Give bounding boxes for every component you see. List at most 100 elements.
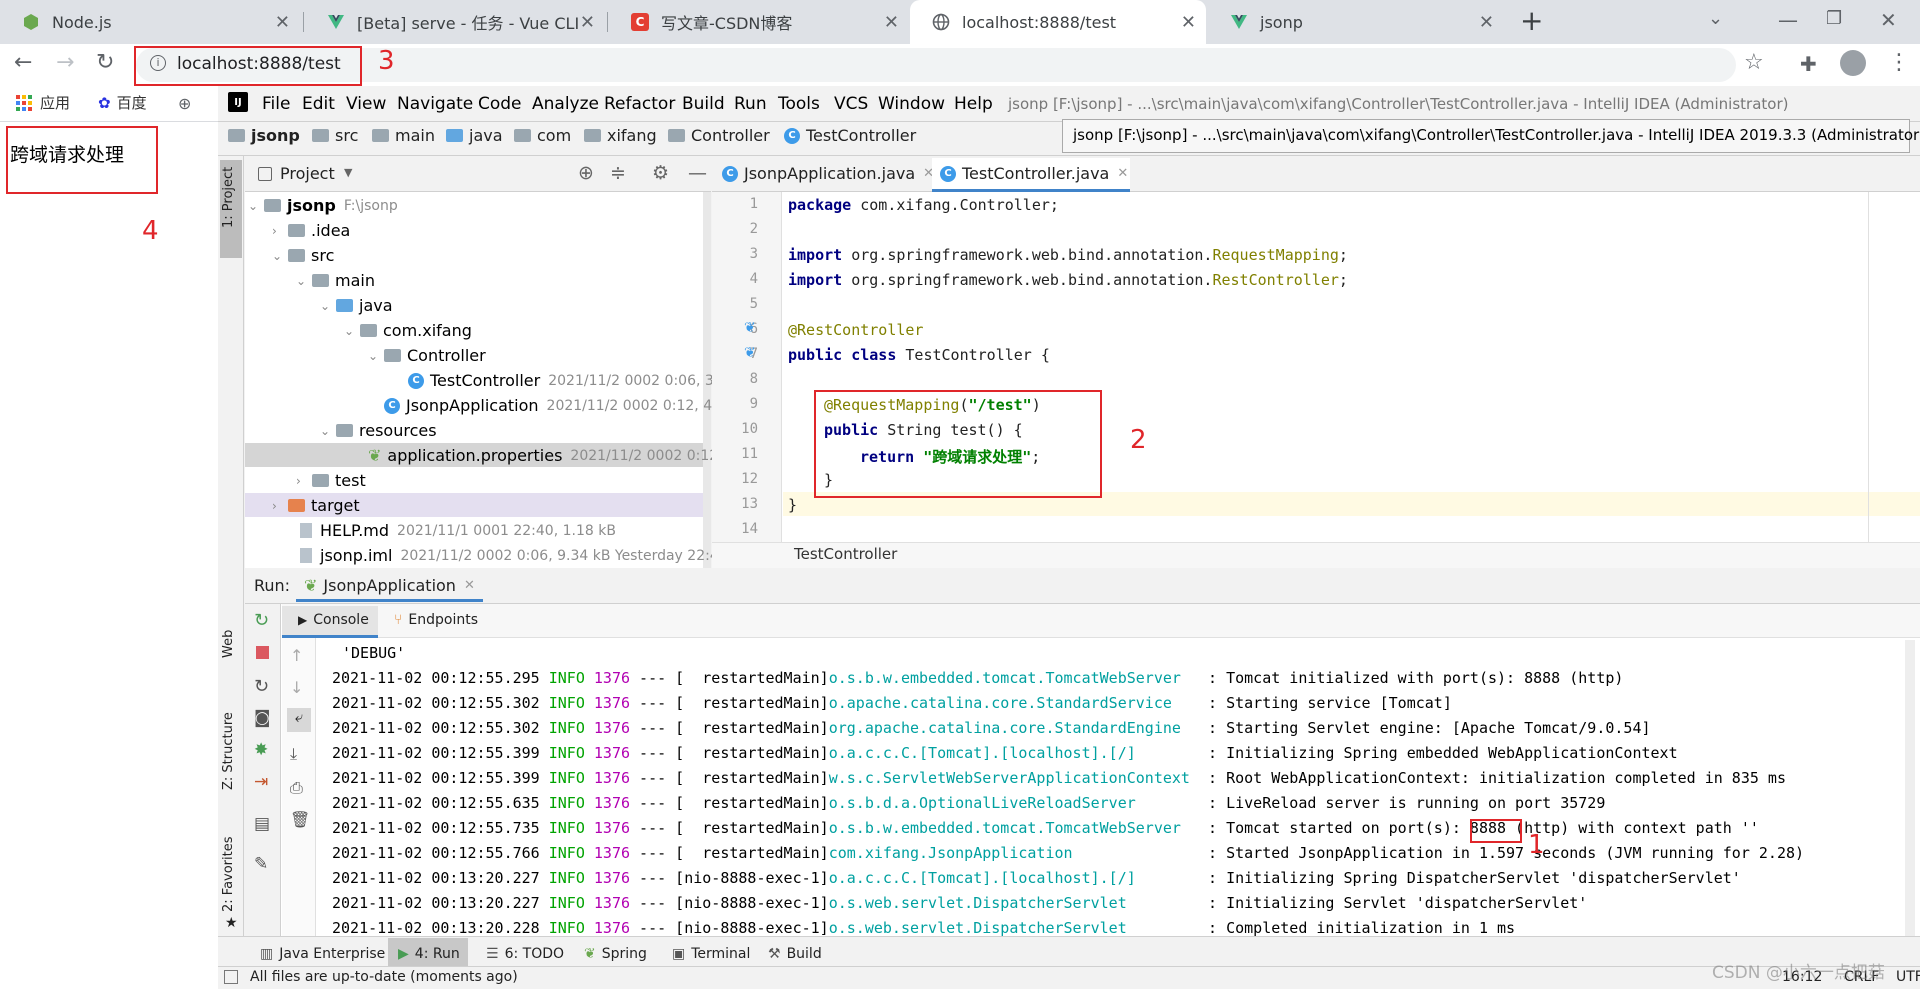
status-toggle-icon[interactable] — [224, 970, 238, 984]
new-tab-button[interactable]: + — [1520, 4, 1543, 37]
tool-spring[interactable]: ❦ Spring — [584, 946, 647, 962]
close-icon[interactable]: ✕ — [464, 578, 475, 593]
scroll-down-icon[interactable]: ↓ — [290, 678, 303, 697]
collapse-all-icon[interactable]: ≑ — [610, 162, 626, 184]
menu-view[interactable]: View — [346, 94, 386, 114]
run-config-tab[interactable]: ❦ JsonpApplication ✕ — [296, 572, 483, 602]
tree-item-testcontroller[interactable]: C TestController 2021/11/2 0002 0:06, 3: — [408, 371, 719, 390]
breadcrumb-main[interactable]: main — [372, 126, 435, 145]
camera-icon[interactable]: ◙ — [254, 708, 271, 728]
minimize-icon[interactable]: — — [1778, 8, 1798, 32]
menu-build[interactable]: Build — [682, 94, 725, 114]
editor-footer-class[interactable]: TestController — [794, 545, 897, 563]
editor-tab-jsonpapplication[interactable]: C JsonpApplication.java ✕ — [722, 164, 934, 183]
hide-panel-icon[interactable]: — — [688, 162, 707, 184]
globe-icon[interactable]: ⊕ — [178, 94, 191, 113]
back-icon[interactable]: ← — [14, 50, 32, 75]
bookmark-baidu[interactable]: ✿ 百度 — [98, 92, 147, 113]
tool-java-enterprise[interactable]: ▥ Java Enterprise — [260, 946, 385, 962]
favorites-tool-label[interactable]: 2: Favorites — [221, 836, 236, 912]
gear-icon[interactable]: ⚙ — [652, 162, 669, 184]
spring-bean-gutter-icon[interactable]: ❦ — [744, 345, 756, 361]
scroll-up-icon[interactable]: ↑ — [290, 646, 303, 665]
debug-icon[interactable]: ✸ — [254, 740, 268, 760]
tree-item-jsonpapplication[interactable]: C JsonpApplication 2021/11/2 0002 0:12, 43 — [384, 396, 721, 415]
project-tool-label[interactable]: 1: Project — [221, 167, 236, 228]
close-tab-icon[interactable]: ✕ — [275, 12, 290, 33]
forward-icon[interactable]: → — [56, 50, 74, 75]
exit-icon[interactable]: ⇥ — [254, 772, 268, 792]
close-window-icon[interactable]: ✕ — [1880, 8, 1897, 32]
menu-file[interactable]: File — [262, 94, 290, 114]
reload-icon[interactable]: ↻ — [96, 50, 114, 75]
tree-item-controller[interactable]: ⌄ Controller — [368, 346, 486, 365]
tree-item-resources[interactable]: ⌄ resources — [320, 421, 437, 440]
tree-item-jsonp-iml[interactable]: jsonp.iml 2021/11/2 0002 0:06, 9.34 kB Ye… — [300, 546, 728, 565]
omnibox[interactable]: i localhost:8888/test — [136, 48, 1736, 82]
close-tab-icon[interactable]: ✕ — [580, 12, 595, 33]
close-tab-icon[interactable]: ✕ — [1479, 12, 1494, 33]
chevron-down-icon[interactable]: ▼ — [344, 166, 352, 179]
endpoints-tab[interactable]: ⑂ Endpoints — [394, 612, 478, 628]
web-tool-label[interactable]: Web — [221, 630, 236, 658]
pin-icon[interactable]: ✎ — [254, 854, 268, 874]
layout-icon[interactable]: ▤ — [254, 814, 270, 834]
tool-todo[interactable]: ☰ 6: TODO — [486, 946, 564, 962]
console-scrollbar[interactable] — [1905, 640, 1915, 936]
tree-item-test[interactable]: › test — [296, 471, 366, 490]
trash-icon[interactable]: 🗑 — [290, 810, 310, 829]
scroll-end-icon[interactable]: ⤓ — [290, 744, 297, 764]
tree-item-jsonp[interactable]: ⌄ jsonp F:\jsonp — [248, 196, 398, 215]
menu-kebab-icon[interactable]: ⋮ — [1888, 50, 1910, 75]
tree-item-idea[interactable]: › .idea — [272, 221, 350, 240]
tab-csdn[interactable]: C 写文章-CSDN博客 ✕ — [609, 0, 909, 44]
breadcrumb-testcontroller[interactable]: C TestController — [784, 126, 916, 145]
menu-tools[interactable]: Tools — [778, 94, 820, 114]
menu-window[interactable]: Window — [878, 94, 945, 114]
tree-item-help-md[interactable]: HELP.md 2021/11/1 0001 22:40, 1.18 kB — [300, 521, 616, 540]
menu-help[interactable]: Help — [954, 94, 993, 114]
menu-run[interactable]: Run — [734, 94, 767, 114]
tab-localhost[interactable]: localhost:8888/test ✕ — [910, 0, 1206, 44]
breadcrumb-xifang[interactable]: xifang — [584, 126, 657, 145]
menu-navigate[interactable]: Navigate — [397, 94, 473, 114]
editor-tab-testcontroller[interactable]: C TestController.java ✕ — [940, 164, 1128, 183]
tab-nodejs[interactable]: Node.js ✕ — [0, 0, 300, 44]
tab-jsonp[interactable]: jsonp ✕ — [1208, 0, 1504, 44]
breadcrumb-jsonp[interactable]: jsonp — [228, 126, 300, 145]
breadcrumb-com[interactable]: com — [514, 126, 571, 145]
tree-item-main[interactable]: ⌄ main — [296, 271, 375, 290]
breadcrumb-controller[interactable]: Controller — [668, 126, 770, 145]
tree-item-com-xifang[interactable]: ⌄ com.xifang — [344, 321, 472, 340]
menu-edit[interactable]: Edit — [302, 94, 335, 114]
maximize-icon[interactable]: ❐ — [1826, 8, 1842, 29]
breadcrumb-src[interactable]: src — [312, 126, 358, 145]
structure-tool-label[interactable]: Z: Structure — [221, 712, 236, 790]
extensions-icon[interactable]: ✚ — [1800, 52, 1817, 76]
menu-vcs[interactable]: VCS — [834, 94, 868, 114]
tree-item-src[interactable]: ⌄ src — [272, 246, 334, 265]
breadcrumb-java[interactable]: java — [446, 126, 503, 145]
tree-item-application-properties[interactable]: ❦ application.properties 2021/11/2 0002 0:… — [368, 446, 736, 465]
menu-analyze[interactable]: Analyze — [532, 94, 599, 114]
menu-code[interactable]: Code — [478, 94, 522, 114]
tab-vue-cli[interactable]: [Beta] serve - 任务 - Vue CLI ✕ — [305, 0, 605, 44]
tab-search-icon[interactable]: ⌄ — [1708, 8, 1723, 29]
tree-item-java[interactable]: ⌄ java — [320, 296, 393, 315]
profile-avatar[interactable] — [1840, 50, 1866, 76]
bookmark-apps[interactable]: 应用 — [16, 92, 70, 113]
console-tab[interactable]: ▶ Console — [298, 612, 369, 628]
rerun-icon[interactable]: ↻ — [254, 610, 269, 631]
project-view-selector[interactable]: Project — [280, 164, 335, 183]
tool-build[interactable]: ⚒ Build — [768, 946, 822, 962]
soft-wrap-icon[interactable]: ⤶ — [287, 708, 311, 732]
restart-icon[interactable]: ↻ — [254, 676, 269, 697]
tool-terminal[interactable]: ▣ Terminal — [672, 946, 750, 962]
bookmark-star-icon[interactable]: ☆ — [1744, 50, 1764, 75]
close-tab-icon[interactable]: ✕ — [1181, 12, 1196, 33]
file-encoding[interactable]: UTF-8 — [1896, 969, 1920, 985]
tool-run[interactable]: ▶ 4: Run — [398, 946, 460, 962]
menu-refactor[interactable]: Refactor — [604, 94, 675, 114]
spring-bean-gutter-icon[interactable]: ❦ — [744, 320, 756, 336]
tree-item-target[interactable]: › target — [272, 496, 360, 515]
